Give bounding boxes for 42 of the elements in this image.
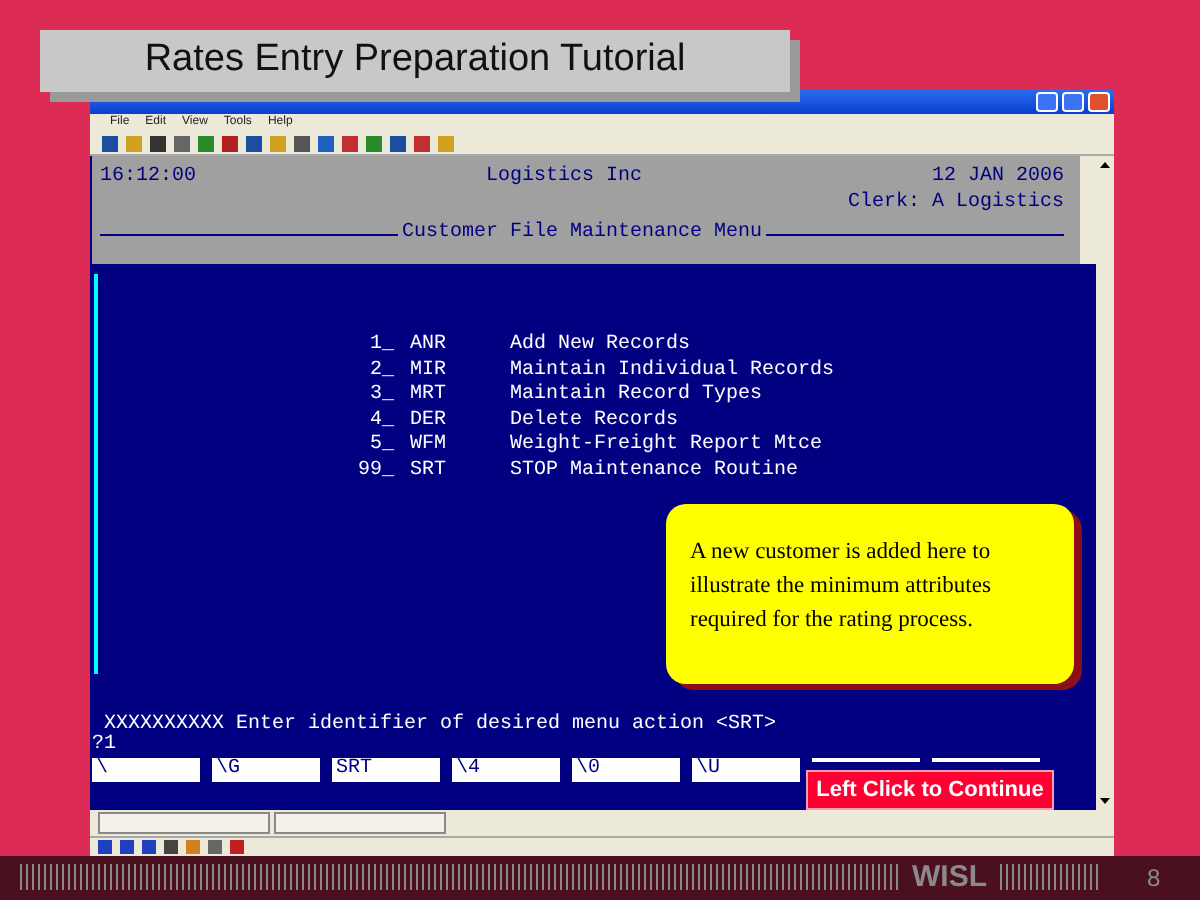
option-label: Add New Records: [510, 334, 693, 359]
function-key-field[interactable]: [812, 757, 920, 762]
input-text[interactable]: ?1: [92, 735, 1096, 756]
option-number: 2_: [367, 359, 394, 384]
function-key-field[interactable]: \U: [692, 757, 800, 782]
option-code: SRT: [410, 459, 449, 486]
option-number: 3_: [367, 384, 394, 410]
menu-title: Customer File Maintenance Menu: [401, 222, 763, 246]
option-code: MRT: [410, 384, 449, 410]
function-key-field[interactable]: \: [92, 757, 200, 782]
option-label: STOP Maintenance Routine: [510, 459, 801, 486]
function-key-field[interactable]: \4: [452, 757, 560, 782]
option-code: DER: [410, 409, 449, 434]
function-key-field[interactable]: \0: [572, 757, 680, 782]
prompt-text: XXXXXXXXXX Enter identifier of desired menu action <SRT>: [104, 713, 779, 736]
maximize-button[interactable]: [1062, 92, 1084, 112]
function-key-field[interactable]: [932, 757, 1040, 762]
slide-title: Rates Entry Preparation Tutorial: [40, 30, 790, 92]
brand-text: WISL: [912, 857, 987, 897]
callout-note: A new customer is added here to illustrate the minimum attributes required for the rating process.: [666, 504, 1074, 684]
option-label: Maintain Record Types: [510, 384, 765, 409]
option-number: 1_: [367, 334, 394, 360]
option-code: ANR: [410, 334, 449, 360]
time-text: 16:12:00: [100, 164, 197, 190]
option-code: MIR: [410, 359, 449, 384]
minimize-button[interactable]: [1036, 92, 1058, 112]
clerk-text: Clerk: A Logistics: [847, 190, 1064, 216]
date-text: 12 JAN 2006: [931, 164, 1064, 190]
function-key-field[interactable]: SRT: [332, 757, 440, 782]
option-label: Weight-Freight Report Mtce: [510, 434, 825, 459]
option-number: 99_: [355, 459, 394, 486]
option-label: Maintain Individual Records: [510, 359, 837, 383]
option-number: 5_: [367, 434, 394, 460]
option-code: WFM: [410, 434, 449, 460]
close-button[interactable]: [1088, 92, 1110, 112]
option-number: 4_: [367, 409, 394, 434]
page-number: 8: [1147, 861, 1161, 896]
task-tab[interactable]: [274, 811, 446, 833]
continue-button[interactable]: Left Click to Continue: [806, 770, 1054, 810]
company-name: Logistics Inc: [485, 164, 642, 190]
function-key-field[interactable]: \G: [212, 757, 320, 782]
option-label: Delete Records: [510, 409, 681, 433]
